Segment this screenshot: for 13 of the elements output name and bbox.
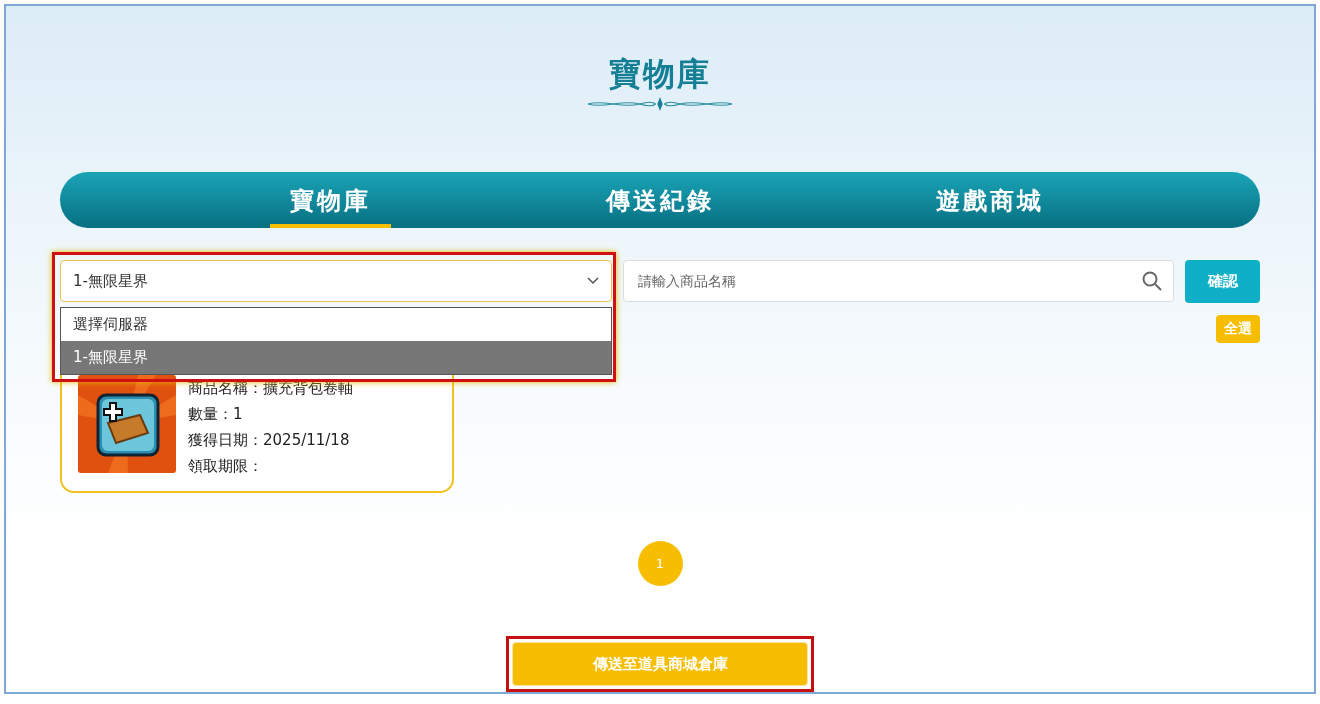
confirm-button[interactable]: 確認 xyxy=(1185,260,1260,303)
nav-tab[interactable]: 遊戲商城 xyxy=(825,172,1155,228)
search-icon xyxy=(1142,271,1162,291)
nav-tab[interactable]: 傳送紀錄 xyxy=(495,172,825,228)
server-select[interactable]: 1-無限星界 xyxy=(60,260,612,302)
nav-tab[interactable]: 寶物庫 xyxy=(165,172,495,228)
chevron-icon xyxy=(587,277,599,285)
page-title: 寶物庫 xyxy=(609,54,711,94)
dropdown-option[interactable]: 1-無限星界 xyxy=(61,341,611,374)
item-detail: 數量：1 xyxy=(188,404,244,425)
search-field[interactable]: 請輸入商品名稱 xyxy=(623,260,1174,302)
item-detail: 領取期限： xyxy=(188,456,264,477)
item-detail: 獲得日期：2025/11/18 xyxy=(188,430,351,451)
